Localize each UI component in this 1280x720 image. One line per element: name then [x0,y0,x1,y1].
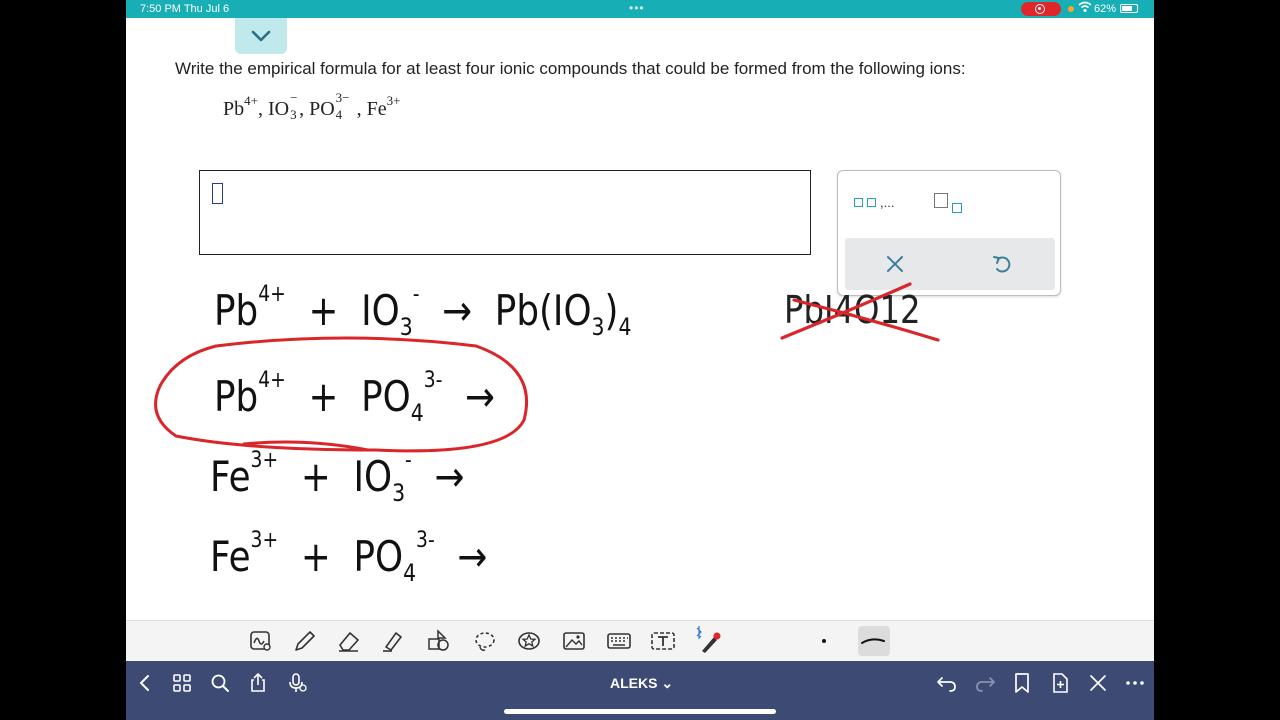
undo-arrow-icon [937,677,956,692]
lasso-icon [475,632,495,651]
nav-close-markup[interactable] [1087,672,1109,694]
tool-text[interactable] [650,629,676,653]
bottom-nav-bar: ALEKS ⌄ [126,661,1154,720]
grid-icon [173,674,191,692]
image-icon [563,632,585,650]
battery-icon [1120,4,1138,13]
comma-list-icon-second [867,198,876,207]
microphone-icon [289,673,307,692]
chevron-left-icon [139,675,149,691]
wifi-icon [1078,1,1092,16]
line-width-thin[interactable] [810,629,836,653]
redo-arrow-icon [976,677,995,692]
more-icon [1126,681,1144,685]
mic-indicator-icon [1068,6,1074,12]
tool-apple-pencil[interactable] [694,625,721,653]
home-indicator[interactable] [504,709,776,714]
keyboard-icon [607,633,631,649]
ion-fe: Fe3+ [366,93,401,120]
bookmark-icon [1015,673,1029,693]
tool-lasso[interactable] [472,629,498,653]
status-bar: 7:50 PM Thu Jul 6 ••• 62% [126,0,1154,18]
battery-percent: 62% [1094,3,1117,15]
app-screen: 7:50 PM Thu Jul 6 ••• 62% Write the empi… [126,0,1154,720]
nav-grid[interactable] [171,672,193,694]
subscript-button[interactable] [934,191,968,217]
ion-io3: IO −3 [267,90,298,122]
document-title-menu[interactable]: ALEKS ⌄ [610,675,673,692]
handwriting-layer[interactable]: Pb4+ + IO3- → Pb(IO3)4 PbI4O12 Pb4+ + PO… [126,270,1154,610]
nav-bookmark[interactable] [1011,672,1033,694]
answer-cursor [212,183,223,204]
nav-back[interactable] [134,672,156,694]
ion-list: Pb4+, IO −3, PO 3− 4, Fe3+ [223,90,401,122]
bluetooth-pencil-icon [696,626,721,653]
nav-redo[interactable] [974,672,996,694]
answer-input[interactable] [199,170,811,255]
nav-undo[interactable] [936,672,958,694]
tool-eraser[interactable] [336,629,362,653]
red-circle-annotation [154,336,529,453]
add-page-icon [1053,673,1068,693]
subscript-small-box [952,203,962,213]
tool-signature[interactable] [248,629,274,653]
comma-list-icon [854,198,863,207]
red-crossout-mark [780,282,940,342]
palette-templates: ,... [838,171,1060,235]
collapse-tab[interactable] [235,18,287,54]
ion-po4: PO 3− 4 [309,90,350,122]
sticker-icon [518,632,540,650]
close-pen-icon [1090,675,1106,691]
nav-dictation[interactable] [286,672,308,694]
share-icon [251,672,265,692]
eraser-icon [339,632,359,652]
line-width-selected[interactable] [858,626,890,656]
screen-record-indicator[interactable] [1021,2,1061,16]
highlighter-icon [383,632,402,652]
line-dot-icon [822,639,826,643]
multitask-dots[interactable]: ••• [629,1,645,15]
comma-list-button[interactable]: ,... [854,195,904,215]
search-icon [211,674,229,692]
nav-share[interactable] [247,672,269,694]
markup-toolbar [126,620,1154,661]
ion-pb: Pb4+ [223,93,258,120]
pen-icon [295,631,315,651]
subscript-icon [934,193,948,208]
tool-sticker[interactable] [516,629,542,653]
tool-pen[interactable] [292,629,318,653]
nav-add-page[interactable] [1049,672,1071,694]
tool-image[interactable] [561,629,587,653]
hw-line-1: Pb4+ + IO3- → Pb(IO3)4 [214,282,632,341]
tool-highlighter[interactable] [380,629,406,653]
tool-keyboard[interactable] [606,629,632,653]
signature-icon [250,631,271,651]
nav-more[interactable] [1124,672,1146,694]
text-box-icon [651,632,675,650]
nav-search[interactable] [209,672,231,694]
hw-line-3: Fe3+ + IO3- → [210,448,465,507]
comma-list-label: ,... [880,195,895,210]
hw-line-4: Fe3+ + PO43- → [210,528,488,587]
record-icon [1035,4,1045,14]
shapes-icon [428,629,449,651]
status-time: 7:50 PM Thu Jul 6 [140,3,230,15]
line-stroke-icon [861,638,885,644]
question-prompt: Write the empirical formula for at least… [175,59,966,78]
chevron-down-icon [251,30,271,42]
tool-shapes[interactable] [426,629,452,653]
